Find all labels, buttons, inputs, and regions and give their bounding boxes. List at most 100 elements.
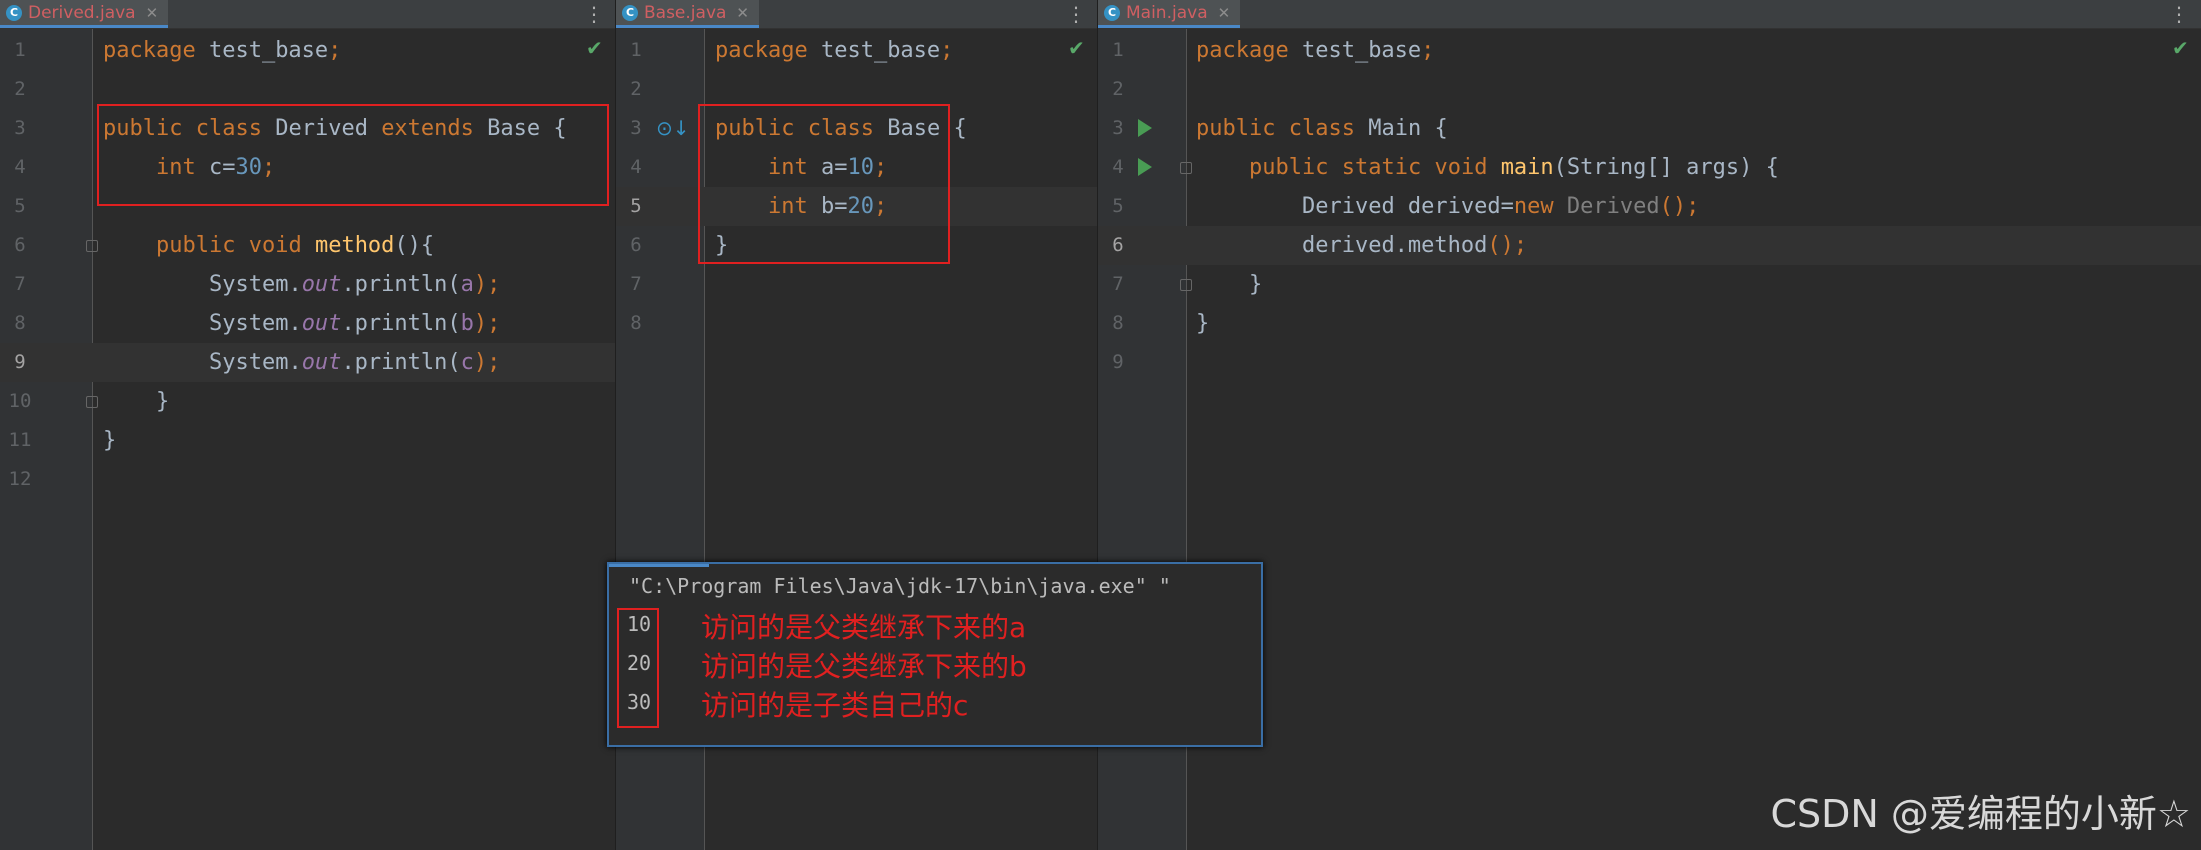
code-text: package test_base; (1196, 38, 1435, 63)
line-number: 1 (14, 39, 26, 61)
line-number: 1 (630, 39, 642, 61)
line-number: 3 (630, 117, 642, 139)
line-number: 10 (8, 390, 32, 412)
line-number: 2 (630, 78, 642, 100)
annotation-text: 访问的是父类继承下来的a (701, 611, 1027, 644)
line-number: 8 (1112, 312, 1124, 334)
code-line-current[interactable]: 6 derived.method(); (1098, 226, 2201, 265)
close-icon[interactable]: ✕ (1218, 4, 1231, 22)
code-line[interactable]: 7 (616, 265, 1098, 304)
line-number: 4 (630, 156, 642, 178)
code-line[interactable]: 8 } (1098, 304, 2201, 343)
line-number: 5 (630, 195, 642, 217)
tab-bar: C Main.java ✕ ⋮ (1098, 0, 2201, 29)
code-text: public class Main { (1196, 116, 1448, 141)
console-tab-indicator (609, 564, 709, 567)
class-icon: C (6, 4, 22, 21)
code-line-current[interactable]: 9 System.out.println(c); (0, 343, 616, 382)
line-number: 6 (630, 234, 642, 256)
annotation-text: 访问的是子类自己的c (701, 689, 969, 722)
close-icon[interactable]: ✕ (146, 4, 159, 22)
code-line[interactable]: 7 } (1098, 265, 2201, 304)
line-number: 4 (14, 156, 26, 178)
line-number: 7 (630, 273, 642, 295)
code-line[interactable]: 8 System.out.println(b); (0, 304, 616, 343)
line-number: 2 (14, 78, 26, 100)
line-number: 8 (14, 312, 26, 334)
editor-pane-main: C Main.java ✕ ⋮ ✔ 1 package test_base; 2… (1098, 0, 2201, 850)
run-console[interactable]: "C:\Program Files\Java\jdk-17\bin\java.e… (607, 562, 1263, 747)
console-command: "C:\Program Files\Java\jdk-17\bin\java.e… (629, 574, 1171, 598)
code-line[interactable]: 10 } (0, 382, 616, 421)
line-number: 2 (1112, 78, 1124, 100)
line-number: 4 (1112, 156, 1124, 178)
tab-bar: C Base.java ✕ ⋮ (616, 0, 1098, 29)
code-line[interactable]: 1 package test_base; (616, 31, 1098, 70)
code-line[interactable]: 6 public void method(){ (0, 226, 616, 265)
tab-label: Derived.java (28, 2, 136, 23)
annotation-text: 访问的是父类继承下来的b (701, 650, 1027, 683)
code-line[interactable]: 11 } (0, 421, 616, 460)
line-number: 9 (1112, 351, 1124, 373)
run-icon[interactable] (1138, 119, 1152, 137)
more-vertical-icon[interactable]: ⋮ (2169, 2, 2189, 26)
tab-derived-java[interactable]: C Derived.java ✕ (0, 0, 169, 28)
tab-main-java[interactable]: C Main.java ✕ (1098, 0, 1241, 28)
code-text: System.out.println(c); (208, 350, 501, 375)
line-number: 12 (8, 468, 32, 490)
code-line[interactable]: 8 (616, 304, 1098, 343)
line-number: 6 (1112, 234, 1124, 256)
line-number: 7 (1112, 273, 1124, 295)
line-number: 5 (1112, 195, 1124, 217)
code-line[interactable]: 4 public static void main(String[] args)… (1098, 148, 2201, 187)
code-line[interactable]: 7 System.out.println(a); (0, 265, 616, 304)
code-line[interactable]: 3 public class Main { (1098, 109, 2201, 148)
code-text: System.out.println(b); (208, 311, 501, 336)
line-number: 8 (630, 312, 642, 334)
code-text: package test_base; (715, 38, 954, 63)
line-number: 5 (14, 195, 26, 217)
tab-base-java[interactable]: C Base.java ✕ (616, 0, 759, 28)
fold-icon[interactable] (86, 396, 98, 408)
code-line[interactable]: 1 package test_base; (0, 31, 616, 70)
code-text: } (1196, 311, 1210, 336)
line-number: 3 (14, 117, 26, 139)
code-text: } (155, 389, 170, 414)
code-line[interactable]: 2 (1098, 70, 2201, 109)
class-icon: C (622, 4, 638, 21)
close-icon[interactable]: ✕ (736, 4, 749, 22)
code-line[interactable]: 9 (1098, 343, 2201, 382)
code-text: public static void main(String[] args) { (1248, 155, 1779, 180)
code-line[interactable]: 5 Derived derived=new Derived(); (1098, 187, 2201, 226)
code-text: public void method(){ (155, 233, 435, 258)
code-text: derived.method(); (1301, 233, 1528, 258)
fold-icon[interactable] (1180, 162, 1192, 174)
watermark: CSDN @爱编程的小新☆ (1770, 792, 2192, 836)
highlight-box (97, 104, 609, 206)
tab-bar: C Derived.java ✕ ⋮ (0, 0, 616, 29)
run-icon[interactable] (1138, 158, 1152, 176)
code-text: } (1248, 272, 1263, 297)
output-highlight-box (617, 608, 659, 728)
line-number: 1 (1112, 39, 1124, 61)
fold-icon[interactable] (86, 240, 98, 252)
implemented-overridden-icon[interactable]: ⊙↓ (656, 116, 690, 140)
line-number: 3 (1112, 117, 1124, 139)
code-text: } (103, 428, 117, 453)
line-number: 11 (8, 429, 32, 451)
tab-label: Main.java (1126, 2, 1208, 23)
more-vertical-icon[interactable]: ⋮ (584, 2, 604, 26)
code-line[interactable]: 1 package test_base; (1098, 31, 2201, 70)
class-icon: C (1104, 4, 1120, 21)
code-line[interactable]: 12 (0, 460, 616, 499)
line-number: 9 (14, 351, 26, 373)
code-text: Derived derived=new Derived(); (1301, 194, 1700, 219)
line-number: 7 (14, 273, 26, 295)
tab-label: Base.java (644, 2, 727, 23)
fold-icon[interactable] (1180, 279, 1192, 291)
code-text: package test_base; (103, 38, 342, 63)
highlight-box (698, 104, 950, 264)
line-number: 6 (14, 234, 26, 256)
more-vertical-icon[interactable]: ⋮ (1066, 2, 1086, 26)
code-text: System.out.println(a); (208, 272, 501, 297)
